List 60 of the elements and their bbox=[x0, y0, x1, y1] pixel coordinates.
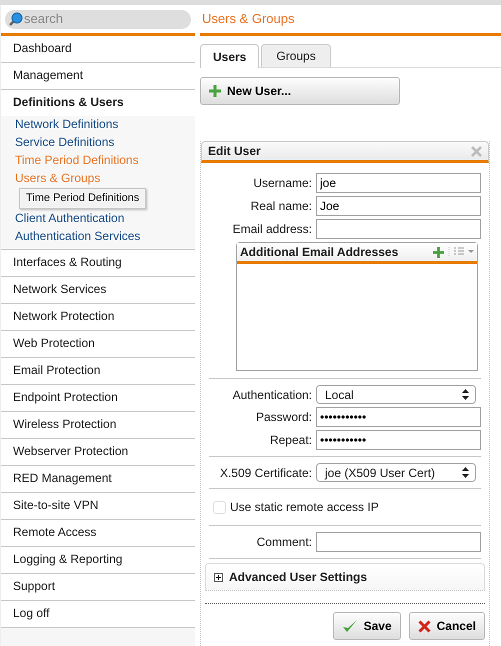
plus-icon[interactable] bbox=[433, 246, 444, 258]
sidebar-item[interactable]: Webserver Protection bbox=[1, 438, 195, 466]
sidebar-item[interactable]: Remote Access bbox=[1, 520, 195, 546]
sidebar-item[interactable]: Site-to-site VPN bbox=[1, 492, 195, 520]
expand-icon[interactable] bbox=[214, 572, 223, 582]
text-field[interactable] bbox=[316, 219, 481, 239]
sidebar-item[interactable]: Endpoint Protection bbox=[1, 384, 195, 412]
sidebar-item[interactable]: Network Services bbox=[1, 276, 195, 304]
submenu-item[interactable]: Authentication Services bbox=[1, 228, 195, 246]
check-icon bbox=[342, 619, 358, 633]
tab[interactable]: Users bbox=[200, 44, 260, 68]
password-field[interactable]: ••••••••••• bbox=[316, 430, 481, 450]
field-label: Email address: bbox=[232, 221, 312, 238]
close-icon[interactable] bbox=[471, 146, 482, 156]
panel-title: Edit User bbox=[208, 143, 261, 160]
sidebar-item[interactable]: RED Management bbox=[1, 466, 195, 492]
submenu-item[interactable]: Service Definitions bbox=[1, 134, 195, 152]
text-field[interactable]: joe bbox=[316, 173, 481, 193]
list-title: Additional Email Addresses bbox=[240, 244, 400, 261]
search-icon bbox=[8, 12, 23, 26]
field-label: Repeat: bbox=[268, 432, 312, 449]
field-label: Password: bbox=[254, 409, 312, 426]
save-button[interactable]: Save bbox=[332, 612, 401, 640]
new-user-button[interactable]: New User... bbox=[200, 77, 400, 105]
password-field[interactable]: ••••••••••• bbox=[316, 407, 481, 427]
select-field[interactable]: joe (X509 User Cert) bbox=[316, 463, 476, 482]
checkbox-label: Use static remote access IP bbox=[230, 499, 379, 516]
select-field[interactable]: Local bbox=[316, 385, 476, 404]
sidebar-item[interactable]: Management bbox=[1, 63, 195, 90]
sidebar-item[interactable]: Web Protection bbox=[1, 330, 195, 358]
plus-icon bbox=[209, 85, 221, 97]
advanced-settings-header[interactable]: Advanced User Settings bbox=[205, 563, 485, 591]
tab[interactable]: Groups bbox=[261, 44, 331, 67]
cancel-button[interactable]: Cancel bbox=[408, 612, 485, 640]
sidebar-item[interactable]: Logging & Reporting bbox=[1, 546, 195, 574]
sidebar-item[interactable]: Definitions & Users bbox=[1, 90, 195, 116]
close-icon bbox=[418, 620, 431, 632]
field-label: Username: bbox=[252, 175, 312, 192]
select-arrows-icon bbox=[462, 467, 469, 478]
select-arrows-icon bbox=[462, 389, 469, 400]
checkbox[interactable] bbox=[213, 500, 226, 514]
sidebar-item[interactable]: Support bbox=[1, 574, 195, 600]
page-title: Users & Groups bbox=[202, 10, 294, 28]
sidebar-item[interactable]: Interfaces & Routing bbox=[1, 250, 195, 276]
text-field[interactable]: Joe bbox=[316, 196, 481, 216]
field-label: Authentication: bbox=[232, 386, 312, 404]
list-menu-icon[interactable] bbox=[448, 247, 474, 257]
sidebar-item[interactable]: Dashboard bbox=[1, 36, 195, 63]
sidebar-item[interactable]: Email Protection bbox=[1, 358, 195, 384]
tooltip: Time Period Definitions bbox=[19, 188, 146, 208]
field-label: Real name: bbox=[250, 198, 312, 215]
field-label: Comment: bbox=[256, 534, 312, 551]
sidebar-item[interactable]: Network Protection bbox=[1, 304, 195, 330]
submenu-item[interactable]: Client Authentication bbox=[1, 210, 195, 228]
sidebar-item[interactable]: Wireless Protection bbox=[1, 412, 195, 438]
submenu-item[interactable]: Network Definitions bbox=[1, 116, 195, 134]
sidebar-item[interactable]: Log off bbox=[1, 600, 195, 628]
search-bar[interactable]: search bbox=[5, 10, 191, 28]
text-field[interactable] bbox=[316, 532, 481, 552]
field-label: X.509 Certificate: bbox=[218, 464, 312, 482]
